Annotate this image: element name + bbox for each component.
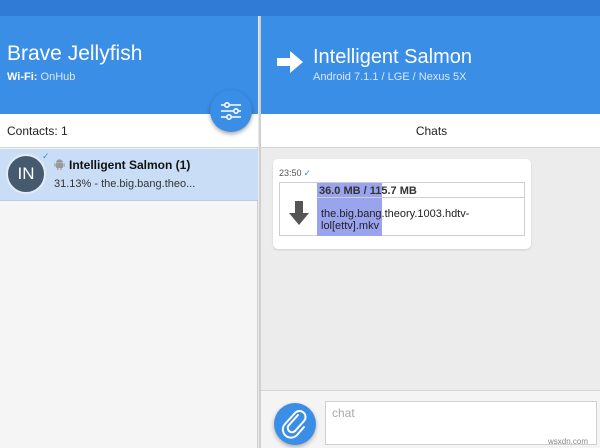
- arrow-right-icon: [277, 51, 303, 73]
- window-top-bar: [0, 0, 600, 16]
- attach-button[interactable]: [274, 403, 316, 445]
- device-name: Brave Jellyfish: [7, 42, 143, 65]
- delivered-check-icon: ✓: [303, 168, 312, 178]
- message-bubble: 23:50 ✓ 36.0 MB / 115.7 MB the.big.bang.t…: [273, 159, 531, 249]
- contacts-count: Contacts: 1: [7, 124, 68, 138]
- peer-device-info: Android 7.1.1 / LGE / Nexus 5X: [313, 71, 467, 83]
- message-timestamp: 23:50: [279, 168, 302, 178]
- contact-transfer-status: 31.13% - the.big.bang.theo...: [54, 178, 196, 190]
- peer-header: Intelligent Salmon Android 7.1.1 / LGE /…: [261, 16, 600, 114]
- avatar: IN: [6, 154, 46, 194]
- contacts-pane: Brave Jellyfish Wi-Fi: OnHub Contacts: 1…: [0, 16, 258, 448]
- sliders-icon: [221, 102, 241, 120]
- chats-title: Chats: [415, 124, 448, 138]
- check-icon: ✓: [42, 151, 50, 161]
- message-time: 23:50 ✓: [279, 168, 311, 179]
- contact-list-item[interactable]: IN ✓ Intelligent Salmon (1) 31.13% - the…: [0, 149, 258, 201]
- settings-button[interactable]: [210, 90, 252, 132]
- file-size: 36.0 MB / 115.7 MB: [317, 184, 525, 198]
- wifi-label: Wi-Fi:: [7, 71, 38, 83]
- chats-header: Chats: [261, 114, 600, 148]
- file-name: the.big.bang.theory.1003.hdtv-lol[ettv].…: [321, 208, 470, 232]
- peer-name: Intelligent Salmon: [313, 46, 472, 68]
- file-transfer-card[interactable]: 36.0 MB / 115.7 MB the.big.bang.theory.1…: [279, 182, 525, 236]
- wifi-network: OnHub: [40, 71, 76, 83]
- contact-name: Intelligent Salmon (1): [69, 158, 191, 172]
- wifi-status: Wi-Fi: OnHub: [7, 71, 75, 83]
- paperclip-icon: [281, 410, 307, 439]
- watermark: wsxdn.com: [548, 437, 589, 446]
- chat-pane: Intelligent Salmon Android 7.1.1 / LGE /…: [259, 16, 600, 448]
- android-icon: [54, 159, 65, 170]
- download-arrow-icon[interactable]: [289, 201, 309, 225]
